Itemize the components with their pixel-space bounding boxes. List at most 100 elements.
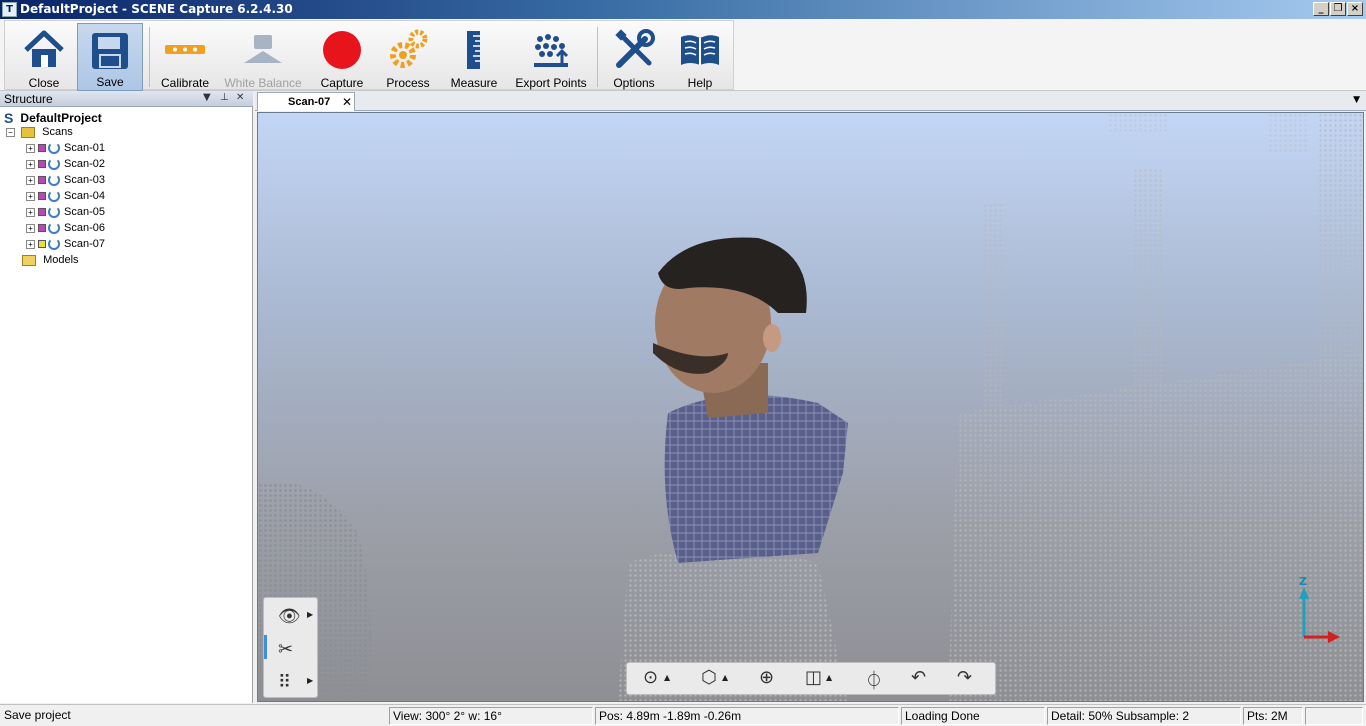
window-title: DefaultProject - SCENE Capture 6.2.4.30 [20,2,293,16]
expand-icon[interactable]: + [26,175,35,185]
dropdown-arrow-icon: ▲ [664,673,671,682]
project-name: DefaultProject [20,111,102,125]
capture-button[interactable]: Capture [311,23,373,91]
calibrate-icon [165,45,205,54]
calibrate-button[interactable]: Calibrate [155,23,215,91]
scans-folder-icon [21,126,36,138]
scan-status-icon [38,144,46,153]
export-points-label: Export Points [515,76,587,90]
close-button[interactable]: Close [13,23,75,91]
scan-label: Scan-07 [64,238,105,251]
options-button[interactable]: Options [603,23,665,91]
visibility-button[interactable]: 👁 ▶ [264,600,319,633]
home-icon [24,30,64,67]
wrench-screwdriver-icon [615,29,655,68]
white-balance-icon [244,35,282,63]
dropdown-arrow-icon: ▲ [722,673,729,682]
grid-menu-button[interactable]: ⠿ ▶ [264,666,319,699]
folder-icon [22,254,36,266]
scan-rotate-icon [48,222,60,235]
expand-icon[interactable]: + [26,191,35,201]
close-tab-icon[interactable]: ✕ [342,95,352,109]
close-window-button[interactable]: × [1347,2,1363,16]
collapse-icon[interactable]: − [6,127,15,137]
zoom-icon: ⊕ [759,667,775,688]
calibrate-label: Calibrate [160,76,210,90]
scan-rotate-icon [48,142,60,155]
zoom-fit-button[interactable]: ⊕ [747,665,793,693]
status-extra [1305,707,1363,725]
view-cube-button[interactable]: ⬡ ▲ [689,665,735,693]
structure-title: Structure [4,92,53,106]
grid-icon: ⠿ [278,672,292,693]
undo-view-button[interactable]: ↶ [899,665,945,693]
save-button[interactable]: Save [77,23,143,91]
measure-label: Measure [450,76,498,90]
z-axis-label: Z [1299,575,1307,588]
scan-rotate-icon [48,158,60,171]
close-label: Close [28,76,60,90]
submenu-arrow-icon: ▶ [307,610,314,619]
minimize-button[interactable]: _ [1313,2,1329,16]
redo-view-button[interactable]: ↷ [945,665,991,693]
tab-scan-07[interactable]: Scan-07 ✕ [257,92,355,111]
expand-icon[interactable]: + [26,239,35,249]
status-position: Pos: 4.89m -1.89m -0.26m [595,707,899,725]
structure-header: Structure ▼ ⊥ ✕ [0,91,253,107]
toolbar-separator [149,27,150,87]
pin-icon[interactable]: ⊥ [220,92,229,103]
scan-rotate-icon [48,174,60,187]
scan-status-icon [38,160,46,169]
clipping-tool-icon: ✂ [278,639,294,660]
tree-scan-item[interactable]: + Scan-06 [26,222,105,238]
expand-icon[interactable]: + [26,159,35,169]
expand-icon[interactable]: + [26,207,35,217]
tree-scan-item[interactable]: + Scan-02 [26,158,105,174]
white-balance-button[interactable]: White Balance [223,23,303,91]
tab-list-dropdown-icon[interactable]: ▼ [1353,95,1360,105]
target-icon: ⊙ [643,667,659,688]
expand-icon[interactable]: + [26,223,35,233]
navigation-toolbar: ⊙ ▲ ⬡ ▲ ⊕ ◫ ▲ ⏀ ↶ ↷ [626,662,996,695]
document-tab-bar: Scan-07 ✕ ▼ [255,91,1366,111]
3d-viewport[interactable]: Z 👁 ▶ ✂ ⠿ ▶ ⊙ ▲ ⬡ ▲ ⊕ ◫ ▲ ⏀ ↶ ↷ [257,112,1364,702]
restore-button[interactable]: ❐ [1330,2,1346,16]
point-cloud-wall [948,113,1363,701]
tree-scan-item[interactable]: + Scan-03 [26,174,105,190]
ruler-icon [467,31,480,69]
dropdown-arrow-icon[interactable]: ▼ [203,92,211,103]
scan-rotate-icon [48,190,60,203]
box-icon: ◫ [805,667,823,688]
scans-label: Scans [42,126,73,139]
tree-scan-item[interactable]: + Scan-04 [26,190,105,206]
navigation-mode-button[interactable]: ⊙ ▲ [631,665,677,693]
export-points-button[interactable]: Export Points [511,23,591,91]
tab-label: Scan-07 [288,96,331,108]
view-side-toolbar: 👁 ▶ ✂ ⠿ ▶ [263,597,318,698]
tree-scan-item[interactable]: + Scan-01 [26,142,105,158]
tree-scans-folder[interactable]: − Scans [6,126,73,142]
orbit-button[interactable]: ⏀ [853,665,899,693]
status-loading: Loading Done [901,707,1045,725]
toolbar-panel: Close Save Calibrate White Balance Captu… [4,20,734,91]
scene-logo-icon: S [4,110,14,126]
clipping-button[interactable]: ✂ [264,633,319,666]
book-icon [681,35,719,65]
tree-project[interactable]: S DefaultProject [4,110,102,126]
floppy-disk-icon [92,33,128,69]
process-button[interactable]: Process [377,23,439,91]
close-icon[interactable]: ✕ [236,92,244,103]
structure-panel: Structure ▼ ⊥ ✕ S DefaultProject − Scans… [0,91,253,703]
projection-button[interactable]: ◫ ▲ [793,665,839,693]
save-label: Save [96,75,124,89]
measure-button[interactable]: Measure [443,23,505,91]
scan-rotate-icon [48,238,60,251]
tree-scan-item[interactable]: + Scan-05 [26,206,105,222]
scan-rotate-icon [48,206,60,219]
tree-scan-item[interactable]: + Scan-07 [26,238,105,254]
process-label: Process [386,76,430,90]
tree-models-folder[interactable]: Models [22,254,79,270]
status-bar: Save project View: 300° 2° w: 16° Pos: 4… [0,704,1366,726]
help-button[interactable]: Help [669,23,731,91]
expand-icon[interactable]: + [26,143,35,153]
